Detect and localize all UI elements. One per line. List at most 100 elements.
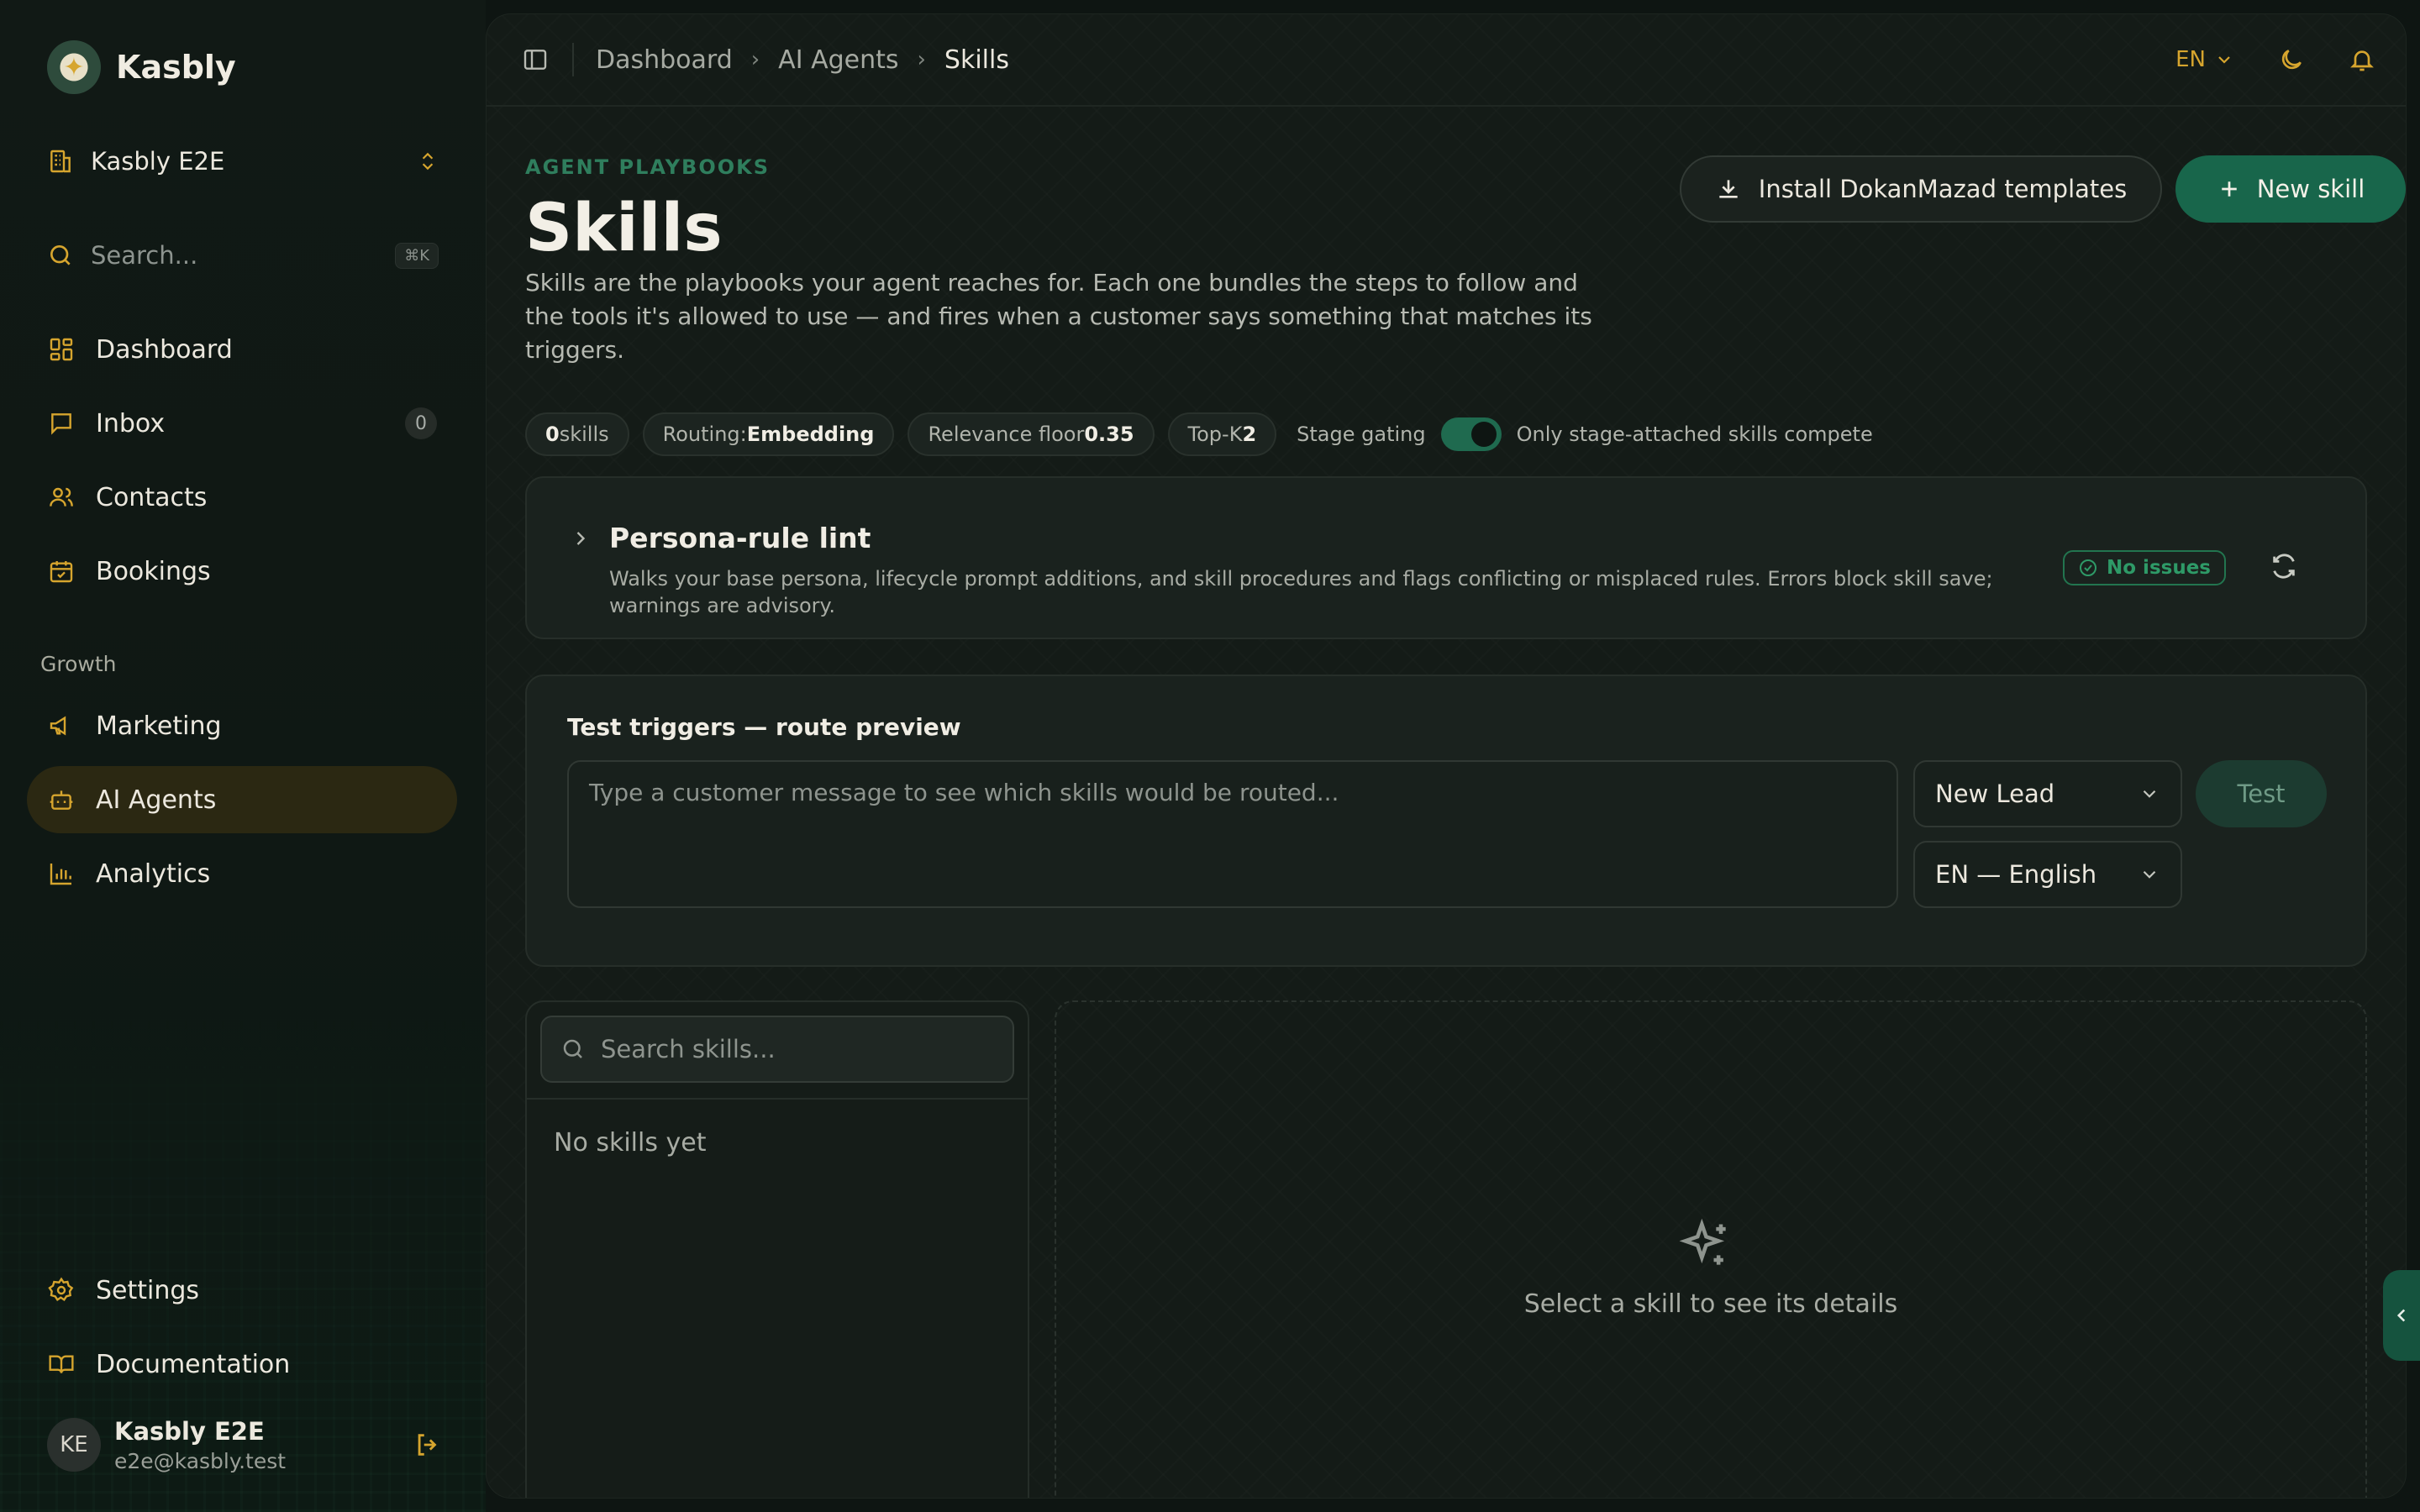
sidebar-item-ai-agents[interactable]: AI Agents bbox=[27, 766, 457, 833]
sidebar-toggle-icon[interactable] bbox=[522, 46, 549, 73]
check-circle-icon bbox=[2080, 559, 2096, 576]
test-button[interactable]: Test bbox=[2196, 760, 2327, 827]
users-icon bbox=[47, 483, 76, 512]
chevron-down-icon bbox=[2143, 870, 2156, 879]
sidebar-item-label: AI Agents bbox=[96, 785, 217, 815]
lint-status-text: No issues bbox=[2107, 557, 2211, 579]
chevron-right-icon[interactable] bbox=[569, 527, 592, 550]
sidebar-item-bookings[interactable]: Bookings bbox=[27, 538, 457, 605]
inbox-count-badge: 0 bbox=[405, 407, 437, 439]
language-select-value: EN — English bbox=[1935, 860, 2097, 889]
topbar: Dashboard › AI Agents › Skills EN bbox=[487, 14, 2406, 107]
sidebar-item-analytics[interactable]: Analytics bbox=[27, 840, 457, 907]
sidebar-item-inbox[interactable]: Inbox 0 bbox=[27, 390, 457, 457]
moon-icon[interactable] bbox=[2278, 46, 2305, 73]
refresh-icon[interactable] bbox=[2270, 552, 2298, 580]
stage-gating-toggle[interactable] bbox=[1440, 417, 1502, 451]
org-switcher[interactable]: Kasbly E2E bbox=[47, 141, 439, 181]
routing-value: Embedding bbox=[746, 423, 875, 446]
skills-list-panel: Search skills... No skills yet bbox=[525, 1000, 1029, 1498]
relevance-label: Relevance floor bbox=[928, 423, 1085, 446]
list-divider bbox=[527, 1098, 1028, 1100]
collapse-panel-tab[interactable] bbox=[2383, 1270, 2420, 1361]
skills-count: 0 bbox=[545, 423, 560, 446]
nav-section-growth: Growth bbox=[40, 652, 117, 676]
user-email: e2e@kasbly.test bbox=[114, 1448, 287, 1473]
install-templates-button[interactable]: Install DokanMazad templates bbox=[1680, 155, 2162, 223]
sidebar-item-documentation[interactable]: Documentation bbox=[27, 1331, 457, 1398]
page-description: Skills are the playbooks your agent reac… bbox=[525, 269, 1592, 364]
sidebar-item-settings[interactable]: Settings bbox=[27, 1257, 457, 1324]
brand-name: Kasbly bbox=[116, 49, 236, 86]
persona-lint-card: Persona-rule lint Walks your base person… bbox=[525, 476, 2367, 639]
skills-search-input[interactable]: Search skills... bbox=[540, 1016, 1014, 1083]
plus-icon bbox=[2221, 181, 2237, 197]
sidebar-item-label: Bookings bbox=[96, 556, 211, 586]
page-eyebrow: AGENT PLAYBOOKS bbox=[525, 155, 770, 179]
brand-logo-icon: ✦ bbox=[47, 40, 101, 94]
bar-chart-icon bbox=[47, 859, 76, 888]
skills-empty-state: No skills yet bbox=[554, 1128, 707, 1158]
chevron-right-icon: › bbox=[750, 47, 760, 72]
test-triggers-card: Test triggers — route preview Type a cus… bbox=[525, 675, 2367, 967]
sidebar-item-label: Contacts bbox=[96, 482, 208, 512]
chevron-down-icon bbox=[2143, 790, 2156, 798]
detail-empty-text: Select a skill to see its details bbox=[1523, 1289, 1898, 1319]
dashboard-icon bbox=[47, 335, 76, 364]
book-open-icon bbox=[47, 1350, 76, 1378]
sidebar-search-placeholder: Search... bbox=[91, 241, 198, 270]
test-message-input[interactable]: Type a customer message to see which ski… bbox=[567, 760, 1898, 908]
skills-stats: 0 skills Routing: Embedding Relevance flo… bbox=[525, 412, 1873, 456]
relevance-value: 0.35 bbox=[1084, 423, 1134, 446]
topk-label: Top-K bbox=[1187, 423, 1243, 446]
gear-icon bbox=[47, 1276, 76, 1305]
brand[interactable]: ✦ Kasbly bbox=[47, 40, 236, 94]
message-square-icon bbox=[47, 409, 76, 438]
search-icon bbox=[563, 1039, 582, 1058]
main-panel: Dashboard › AI Agents › Skills EN AGENT … bbox=[486, 13, 2407, 1499]
language-select[interactable]: EN — English bbox=[1913, 841, 2182, 908]
sidebar-item-label: Marketing bbox=[96, 711, 222, 741]
test-triggers-title: Test triggers — route preview bbox=[567, 713, 961, 741]
skill-detail-panel: Select a skill to see its details bbox=[1055, 1000, 2367, 1498]
toggle-knob bbox=[1470, 422, 1497, 447]
page-title: Skills bbox=[525, 191, 723, 266]
bot-icon bbox=[47, 785, 76, 814]
stage-gating-label: Stage gating bbox=[1297, 423, 1426, 446]
topk-value: 2 bbox=[1242, 423, 1257, 446]
sidebar-item-dashboard[interactable]: Dashboard bbox=[27, 316, 457, 383]
sparkles-icon bbox=[1679, 1218, 1726, 1265]
sidebar-item-marketing[interactable]: Marketing bbox=[27, 692, 457, 759]
calendar-check-icon bbox=[47, 557, 76, 585]
skills-count-pill: 0 skills bbox=[525, 412, 629, 456]
routing-label: Routing: bbox=[662, 423, 747, 446]
sidebar-item-contacts[interactable]: Contacts bbox=[27, 464, 457, 531]
new-skill-button[interactable]: New skill bbox=[2175, 155, 2406, 223]
stage-select-value: New Lead bbox=[1935, 780, 2055, 808]
chevrons-up-down-icon bbox=[422, 152, 434, 171]
logout-icon[interactable] bbox=[413, 1431, 442, 1459]
topbar-actions: EN bbox=[2175, 46, 2375, 73]
breadcrumb-ai-agents[interactable]: AI Agents bbox=[778, 45, 898, 75]
breadcrumb-dashboard[interactable]: Dashboard bbox=[596, 45, 733, 75]
relevance-pill: Relevance floor 0.35 bbox=[908, 412, 1155, 456]
install-templates-label: Install DokanMazad templates bbox=[1758, 175, 2128, 203]
search-icon bbox=[50, 245, 71, 265]
stage-gating-note: Only stage-attached skills compete bbox=[1516, 423, 1873, 446]
user-name: Kasbly E2E bbox=[114, 1416, 265, 1446]
topbar-divider bbox=[572, 43, 574, 76]
org-name: Kasbly E2E bbox=[91, 147, 225, 176]
routing-pill: Routing: Embedding bbox=[642, 412, 895, 456]
avatar[interactable]: KE bbox=[47, 1418, 101, 1472]
lint-title[interactable]: Persona-rule lint bbox=[609, 522, 871, 554]
sidebar-item-label: Inbox bbox=[96, 408, 166, 438]
language-label: EN bbox=[2175, 47, 2206, 72]
stage-select[interactable]: New Lead bbox=[1913, 760, 2182, 827]
bell-icon[interactable] bbox=[2349, 46, 2375, 73]
sidebar-search[interactable]: Search... ⌘K bbox=[47, 235, 439, 276]
sidebar-item-label: Dashboard bbox=[96, 334, 233, 365]
language-switcher[interactable]: EN bbox=[2175, 47, 2234, 72]
chevron-right-icon: › bbox=[917, 47, 926, 72]
megaphone-icon bbox=[47, 711, 76, 740]
user-card: KE Kasbly E2E e2e@kasbly.test bbox=[47, 1415, 442, 1475]
